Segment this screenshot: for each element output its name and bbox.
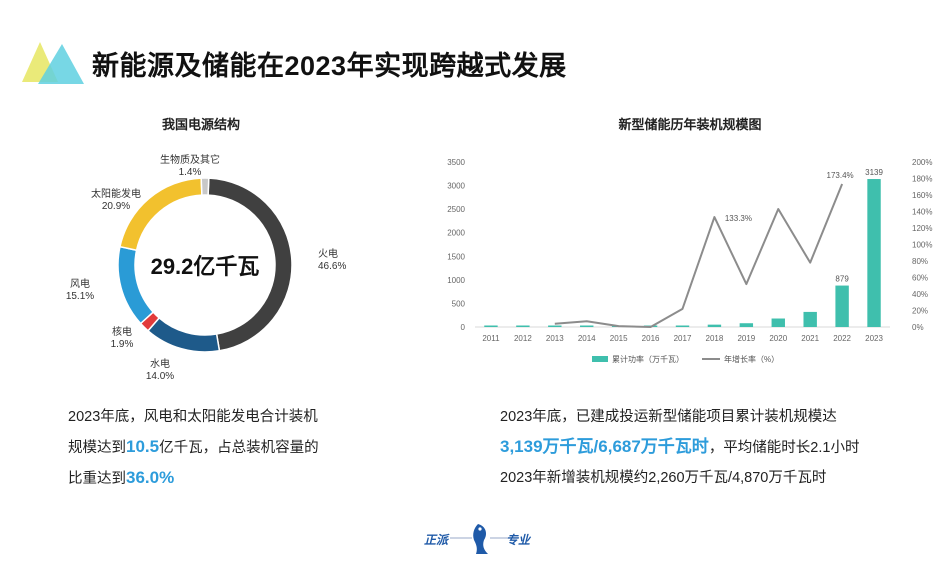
y-left-tick-5: 2500 (447, 205, 465, 214)
bar-label-2022: 879 (835, 275, 849, 284)
donut-label-name-1: 水电 (150, 357, 170, 370)
left-note: 2023年底，风电和太阳能发电合计装机 规模达到10.5亿千瓦，占总装机容量的 … (68, 402, 388, 494)
y-left-tick-0: 0 (461, 323, 466, 332)
right-note-line1: 2023年底，已建成投运新型储能项目累计装机规模达 (500, 409, 837, 425)
logo-triangles-icon (22, 42, 84, 84)
y-right-tick-6: 120% (912, 224, 932, 233)
x-tick-2021: 2021 (801, 334, 819, 343)
bar-2018 (707, 324, 722, 327)
x-tick-2018: 2018 (706, 334, 724, 343)
bar-label-2023: 3139 (865, 168, 883, 177)
x-tick-2011: 2011 (482, 334, 500, 343)
y-right-tick-8: 160% (912, 191, 932, 200)
donut-label-name-0: 火电 (318, 247, 338, 260)
x-tick-2020: 2020 (769, 334, 787, 343)
y-left-tick-1: 500 (452, 299, 466, 308)
bar-2021 (803, 311, 817, 327)
share-highlight: 36.0% (126, 468, 175, 487)
y-right-tick-5: 100% (912, 241, 932, 250)
donut-label-name-4: 太阳能发电 (91, 187, 141, 200)
x-tick-2022: 2022 (833, 334, 851, 343)
donut-center-label: 29.2亿千瓦 (151, 254, 260, 279)
y-left-tick-3: 1500 (447, 252, 465, 261)
bar-2011 (484, 325, 498, 327)
storage-capacity-highlight: 3,139万千瓦/6,687万千瓦时 (500, 437, 709, 456)
right-panel-title: 新型储能历年装机规模图 (618, 117, 762, 132)
bar-2012 (516, 325, 530, 327)
donut-label-value-2: 1.9% (111, 339, 134, 350)
y-left-tick-7: 3500 (447, 158, 465, 167)
x-tick-2015: 2015 (610, 334, 628, 343)
y-right-tick-10: 200% (912, 158, 932, 167)
donut-label-value-0: 46.6% (318, 261, 346, 272)
right-note-line3: 2023年新增装机规模约2,260万千瓦/4,870万千瓦时 (500, 470, 827, 486)
bar-2019 (739, 323, 754, 327)
y-right-tick-9: 180% (912, 175, 932, 184)
y-right-tick-3: 60% (912, 274, 928, 283)
bar-2013 (548, 325, 562, 327)
donut-label-name-2: 核电 (112, 325, 132, 338)
left-note-line1: 2023年底，风电和太阳能发电合计装机 (68, 409, 318, 425)
legend-bar-label: 累计功率（万千瓦） (612, 354, 684, 364)
footer-right-text: 专业 (506, 533, 531, 547)
donut-label-value-4: 20.9% (102, 201, 130, 212)
y-right-tick-1: 20% (912, 307, 928, 316)
wind-solar-capacity-highlight: 10.5 (126, 437, 160, 456)
storage-capacity-combo-chart: 0 500 1000 1500 2000 2500 3000 3500 0% 20% 40% 60% 8… (447, 158, 932, 364)
x-tick-2014: 2014 (578, 334, 596, 343)
y-right-tick-4: 80% (912, 257, 928, 266)
y-left-tick-6: 3000 (447, 182, 465, 191)
y-right-tick-7: 140% (912, 208, 932, 217)
x-tick-2012: 2012 (514, 334, 532, 343)
legend-bar-swatch (592, 356, 608, 362)
bar-2022 (835, 285, 849, 327)
growth-rate-line (554, 183, 844, 328)
bar-2020 (771, 318, 785, 327)
right-note-line2: 3,139万千瓦/6,687万千瓦时，平均储能时长2.1小时 (500, 437, 860, 456)
line-label-2018: 133.3% (725, 214, 752, 223)
donut-slice-5 (200, 177, 210, 196)
left-note-line2: 规模达到10.5亿千瓦，占总装机容量的 (68, 437, 319, 456)
page-title: 新能源及储能在2023年实现跨越式发展 (92, 51, 567, 81)
donut-label-value-5: 1.4% (179, 167, 202, 178)
donut-slice-3 (117, 245, 155, 325)
bar-2014 (580, 325, 594, 327)
y-right-tick-2: 40% (912, 290, 928, 299)
bar-2017 (675, 325, 690, 327)
right-note: 2023年底，已建成投运新型储能项目累计装机规模达 3,139万千瓦/6,687… (500, 402, 920, 493)
y-right-tick-0: 0% (912, 323, 924, 332)
x-tick-2013: 2013 (546, 334, 564, 343)
bar-2023 (867, 179, 881, 327)
left-note-line3: 比重达到36.0% (68, 468, 175, 487)
donut-label-value-1: 14.0% (146, 371, 174, 382)
y-left-tick-2: 1000 (447, 276, 465, 285)
power-structure-donut-chart: 火电46.6% 水电14.0% 核电1.9% 风电15.1% 太阳能发电20.9% 生物质… (66, 153, 347, 382)
y-left-tick-4: 2000 (447, 229, 465, 238)
donut-label-name-3: 风电 (70, 277, 90, 290)
left-panel-title: 我国电源结构 (161, 117, 241, 132)
donut-slice-1 (146, 316, 221, 353)
x-tick-2016: 2016 (642, 334, 660, 343)
legend-line-label: 年增长率（%） (724, 354, 779, 364)
donut-label-name-5: 生物质及其它 (160, 153, 220, 166)
x-tick-2017: 2017 (674, 334, 692, 343)
line-label-2022: 173.4% (827, 171, 854, 180)
x-tick-2019: 2019 (737, 334, 755, 343)
x-tick-2023: 2023 (865, 334, 883, 343)
donut-label-value-3: 15.1% (66, 291, 94, 302)
